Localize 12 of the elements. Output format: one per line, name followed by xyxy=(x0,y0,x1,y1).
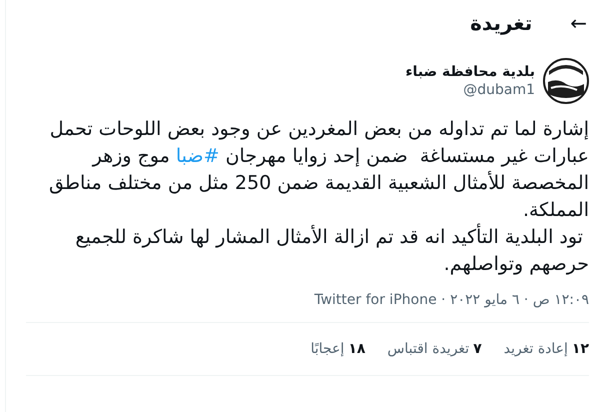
account-handle[interactable]: @dubam1 xyxy=(405,82,535,98)
tweet-text: تود البلدية التأكيد انه قد تم ازالة الأمثال المشار لها شاكرة للجميع حرصهم وتواصلهم. xyxy=(28,224,589,278)
back-arrow[interactable]: ← xyxy=(570,11,587,35)
page-title: تغريدة xyxy=(470,11,532,35)
account-name[interactable]: بلدية محافظة ضباء xyxy=(405,64,535,80)
avatar-logo-icon[interactable] xyxy=(543,58,589,104)
tweet-source-link[interactable]: Twitter for iPhone xyxy=(314,292,437,308)
tweet-timestamp: ١٢:٠٩ ص · ٦ مايو ٢٠٢٢ · xyxy=(440,292,589,308)
tweet-stat-link[interactable]: ١٢ إعادة تغريد xyxy=(504,341,589,357)
tweet-stat-link[interactable]: ٧ تغريدة اقتباس xyxy=(387,341,482,357)
tweet-text: إشارة لما تم تداوله من بعض المغردين عن وجود بعض اللوحات تحمل عبارات غير مستساغة ضمن إحد زوايا مهرجان #ضبا موج وزهر المخصصة للأمثال الشعبية القديمة ضمن 250 مثل من مختلف مناطق المملكة. xyxy=(48,117,589,223)
tweet-stat-link[interactable]: ١٨ إعجابًا xyxy=(310,341,366,357)
